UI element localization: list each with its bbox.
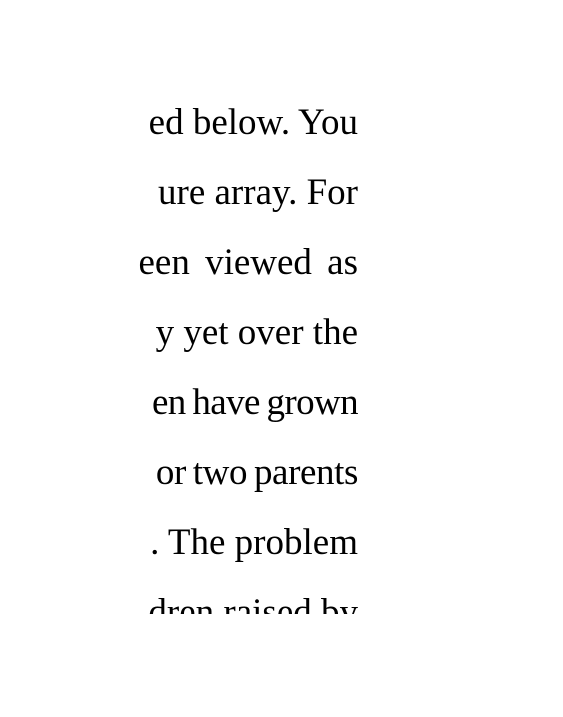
text-line: dren raised by <box>148 592 358 614</box>
text-line: y yet over the <box>155 312 358 353</box>
text-line: en have grown <box>151 382 358 423</box>
document-page: ed below. You ure array. For een viewed … <box>0 0 563 717</box>
text-line: een viewed as <box>138 242 358 283</box>
text-column: ed below. You ure array. For een viewed … <box>132 96 358 614</box>
text-line: or two parents <box>155 452 358 493</box>
text-line: ure array. For <box>158 172 358 213</box>
text-line: ed below. You <box>148 102 358 143</box>
text-line: . The problem <box>150 522 358 563</box>
